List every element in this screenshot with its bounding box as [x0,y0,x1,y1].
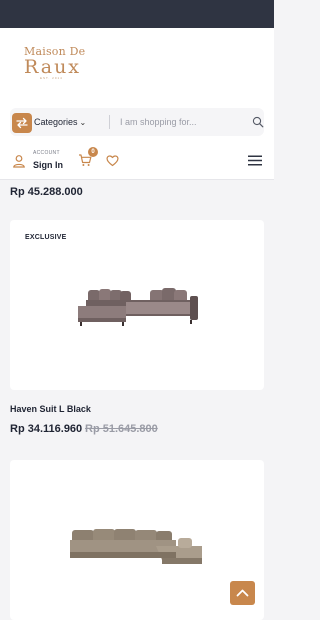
categories-label: Categories [34,117,78,127]
product-card[interactable] [10,460,264,620]
brand-logo[interactable]: Maison De Raux EST. 2014 [24,46,94,86]
chevron-down-icon: ⌄ [79,118,87,127]
sign-in-link[interactable]: Sign In [33,160,63,170]
product-name[interactable]: Haven Suit L Black [10,404,91,414]
product-image[interactable] [66,284,204,330]
chevron-up-icon [236,589,249,597]
exclusive-badge: EXCLUSIVE [25,234,67,241]
top-bar [0,0,274,28]
brand-logo-line2: Raux [24,56,82,78]
arrows-switch-icon[interactable] [12,113,32,133]
search-bar: Categories ⌄ [10,108,264,136]
cart-count-badge: 0 [88,147,98,157]
search-input[interactable] [120,114,240,130]
product-price: Rp 45.288.000 [10,186,83,198]
back-to-top-button[interactable] [230,581,255,605]
site-header: Maison De Raux EST. 2014 Categories⌄ ACC… [0,28,274,180]
categories-dropdown[interactable]: Categories ⌄ [34,117,86,127]
heart-icon[interactable] [106,154,119,167]
product-image[interactable] [66,520,206,568]
product-price: Rp 34.116.960 [10,423,83,435]
product-old-price: Rp 51.645.800 [85,423,158,435]
user-icon[interactable] [12,154,26,168]
search-icon[interactable] [252,116,264,128]
divider [109,115,110,129]
product-card[interactable]: EXCLUSIVE [10,220,264,390]
account-label: ACCOUNT [33,150,60,156]
hamburger-menu-icon[interactable] [248,155,262,166]
